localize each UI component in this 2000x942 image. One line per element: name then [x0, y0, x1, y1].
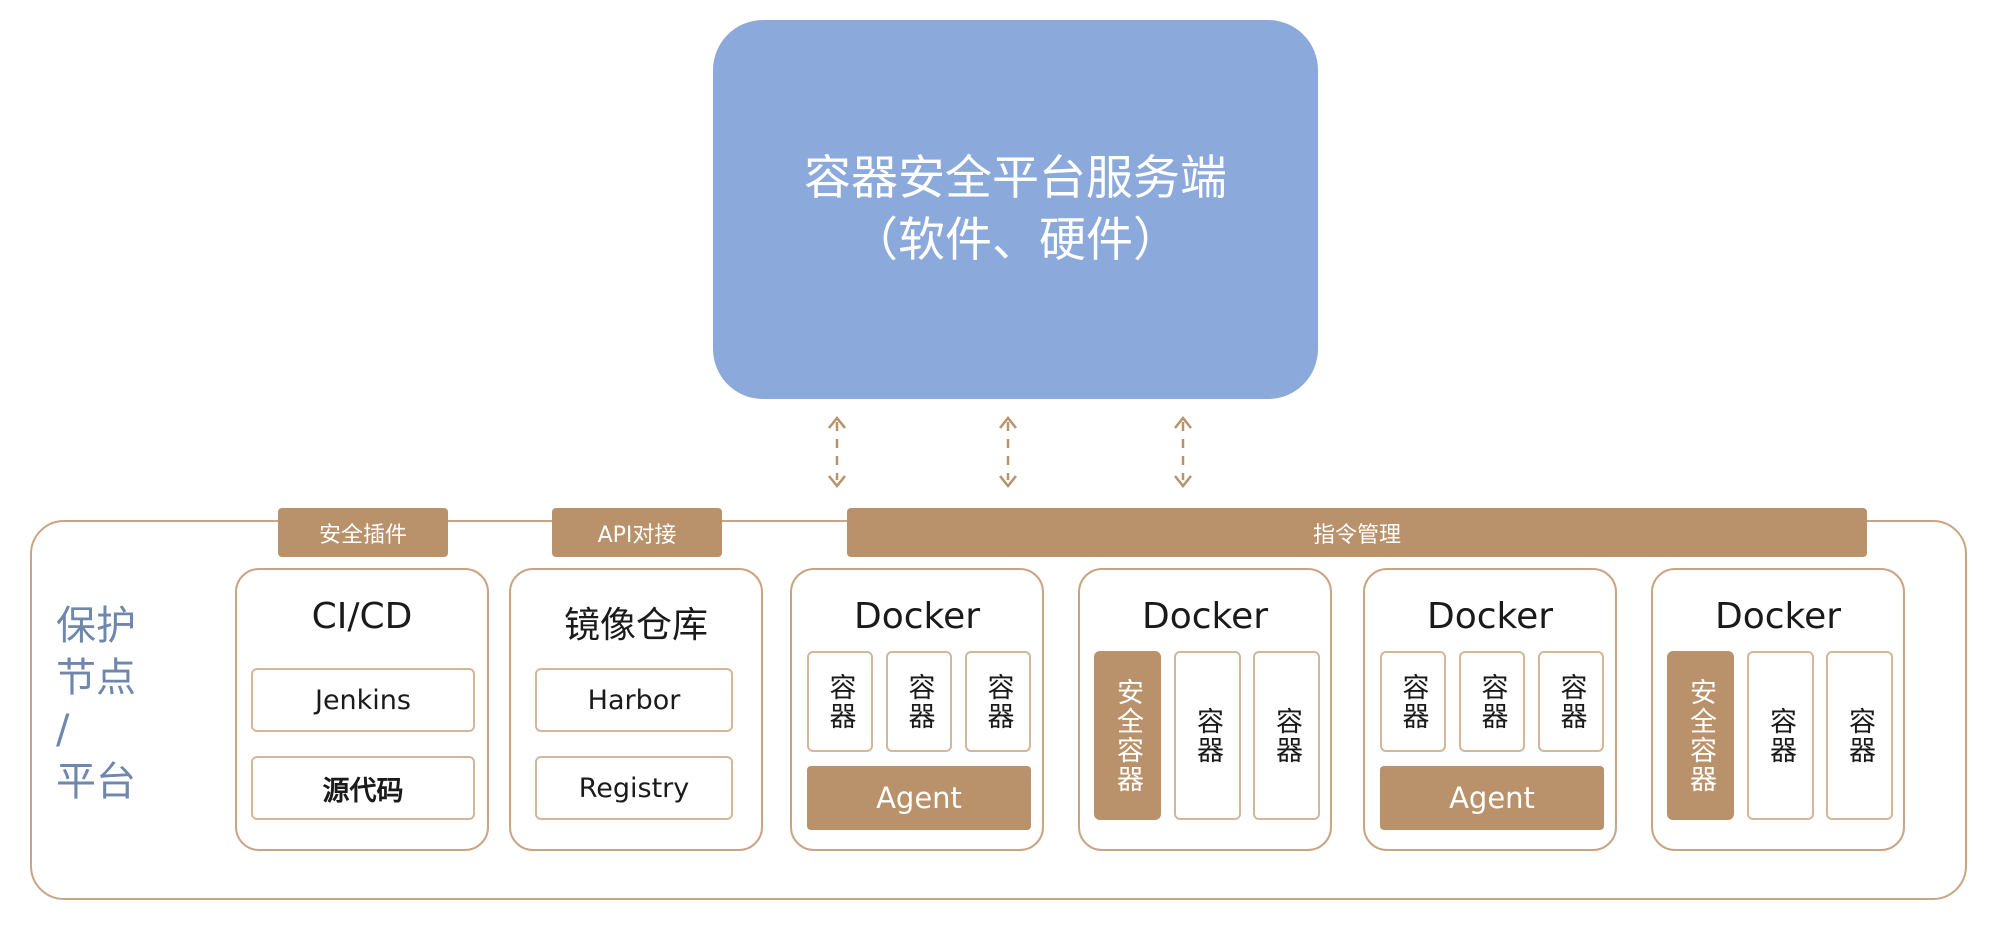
docker-node-3-title: Docker: [1426, 596, 1554, 637]
docker-node-4-title: Docker: [1714, 596, 1842, 637]
side-label-line4: 平台: [56, 759, 136, 805]
cicd-title: CI/CD: [311, 596, 413, 637]
docker-node-1-container-2: 容器: [886, 651, 952, 752]
docker-node-2-security-container: 安全容器: [1094, 651, 1161, 820]
registry-title: 镜像仓库: [563, 605, 708, 646]
arrow-left: [828, 415, 846, 489]
docker-node-2: Docker 安全容器 容器 容器: [1078, 568, 1332, 851]
arrow-middle: [999, 415, 1017, 489]
docker-node-3-container-3: 容器: [1538, 651, 1604, 752]
side-label: 保护 节点 / 平台: [56, 600, 156, 808]
docker-node-1-agent: Agent: [807, 766, 1031, 830]
docker-node-2-title: Docker: [1141, 596, 1269, 637]
docker-node-2-container-1: 容器: [1174, 651, 1241, 820]
docker-node-3: Docker 容器 容器 容器 Agent: [1363, 568, 1617, 851]
tab-security-plugin: 安全插件: [278, 508, 448, 557]
docker-node-2-container-2: 容器: [1253, 651, 1320, 820]
tab-api-integration: API对接: [552, 508, 722, 557]
docker-node-1: Docker 容器 容器 容器 Agent: [790, 568, 1044, 851]
docker-node-3-agent: Agent: [1380, 766, 1604, 830]
tab-command-management: 指令管理: [847, 508, 1867, 557]
docker-node-4-container-2: 容器: [1826, 651, 1893, 820]
docker-node-4: Docker 安全容器 容器 容器: [1651, 568, 1905, 851]
registry-item-harbor: Harbor: [535, 668, 733, 732]
docker-node-4-security-container: 安全容器: [1667, 651, 1734, 820]
docker-node-3-container-1: 容器: [1380, 651, 1446, 752]
side-label-line1: 保护: [56, 603, 136, 649]
side-label-line2: 节点: [56, 655, 136, 701]
docker-node-4-container-1: 容器: [1747, 651, 1814, 820]
docker-node-3-container-2: 容器: [1459, 651, 1525, 752]
cicd-card: CI/CD Jenkins 源代码: [235, 568, 489, 851]
docker-node-1-title: Docker: [853, 596, 981, 637]
container-security-server: 容器安全平台服务端 （软件、硬件）: [713, 20, 1318, 399]
cicd-item-source-code: 源代码: [251, 756, 475, 820]
side-label-line3: /: [56, 707, 70, 753]
server-subtitle: （软件、硬件）: [851, 212, 1180, 268]
server-title: 容器安全平台服务端: [804, 150, 1227, 206]
docker-node-1-container-3: 容器: [965, 651, 1031, 752]
image-registry-card: 镜像仓库 Harbor Registry: [509, 568, 763, 851]
registry-item-registry: Registry: [535, 756, 733, 820]
docker-node-1-container-1: 容器: [807, 651, 873, 752]
cicd-item-jenkins: Jenkins: [251, 668, 475, 732]
arrow-right: [1174, 415, 1192, 489]
